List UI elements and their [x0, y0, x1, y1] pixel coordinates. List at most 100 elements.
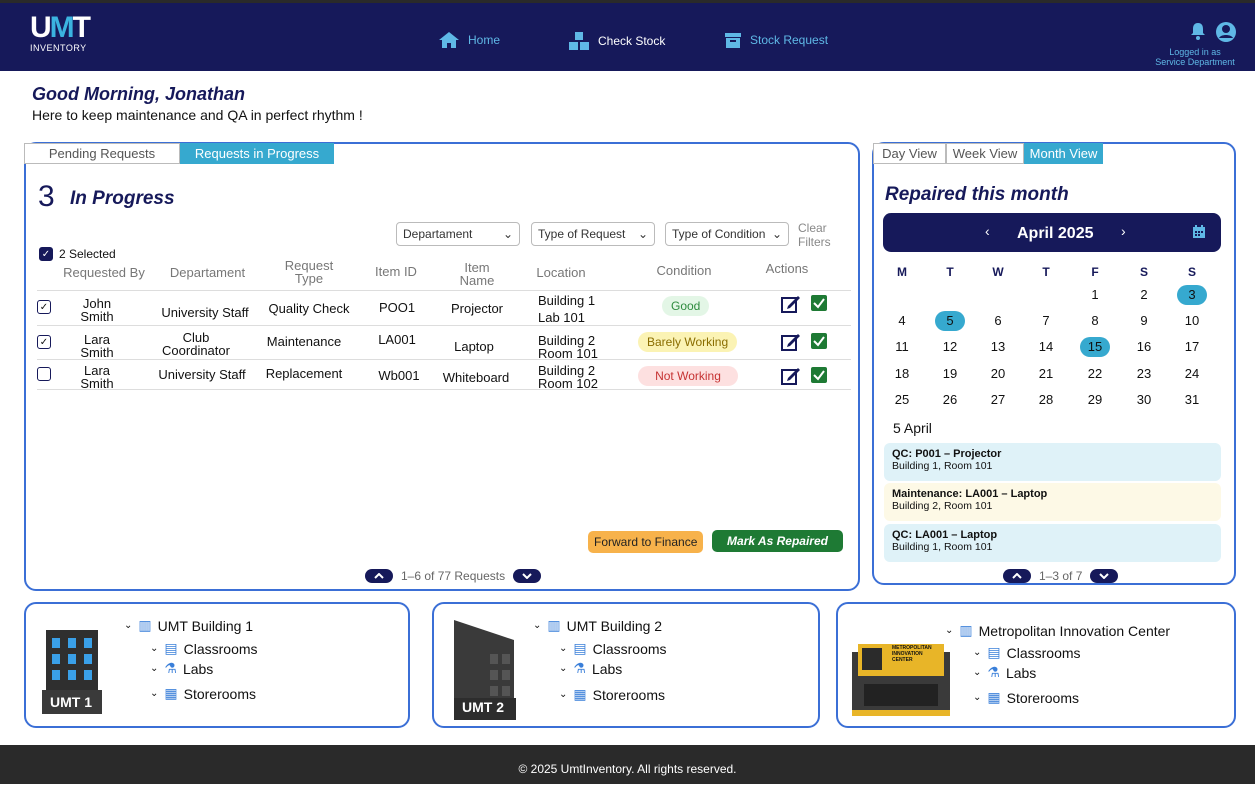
select-all[interactable]: ✓ 2 Selected: [39, 247, 116, 261]
calendar-day[interactable]: 6: [983, 311, 1013, 331]
calendar-header: ‹ April 2025 ›: [883, 213, 1221, 252]
tree-building-1[interactable]: ⌄ ▥ UMT Building 1: [124, 617, 253, 634]
clear-filters-line1: Clear: [798, 221, 827, 235]
building-1-image-label: UMT 1: [50, 694, 92, 710]
filter-condition[interactable]: Type of Condition ⌄: [665, 222, 789, 246]
select-all-checkbox[interactable]: ✓: [39, 247, 53, 261]
calendar-day[interactable]: 30: [1129, 390, 1159, 410]
tab-month-view[interactable]: Month View: [1024, 143, 1103, 164]
nav-check-stock[interactable]: Check Stock: [568, 31, 665, 51]
tree-classrooms[interactable]: ⌄ ▤ Classrooms: [973, 644, 1081, 661]
row-checkbox[interactable]: ✓: [37, 335, 51, 349]
building-icon: ▥: [547, 617, 561, 633]
app-logo[interactable]: UMT INVENTORY: [30, 11, 91, 61]
row-checkbox[interactable]: [37, 367, 51, 381]
calendar-event[interactable]: QC: P001 – Projector Building 1, Room 101: [884, 443, 1221, 481]
filter-condition-label: Type of Condition: [672, 227, 766, 241]
calendar-day[interactable]: 22: [1080, 364, 1110, 384]
calendar-day[interactable]: 10: [1177, 311, 1207, 331]
bell-icon[interactable]: [1189, 21, 1207, 41]
tree-storerooms[interactable]: ⌄ ▦ Storerooms: [559, 686, 665, 703]
tab-week-view[interactable]: Week View: [946, 143, 1024, 164]
calendar-day[interactable]: 17: [1177, 337, 1207, 357]
tree-building-2[interactable]: ⌄ ▥ UMT Building 2: [533, 617, 662, 634]
calendar-day[interactable]: 12: [935, 337, 965, 357]
check-square-icon[interactable]: [811, 367, 827, 383]
cell-department: Club Coordinator: [162, 330, 230, 358]
calendar-icon[interactable]: [1193, 225, 1205, 238]
clear-filters-button[interactable]: Clear Filters: [798, 221, 831, 249]
clear-filters-line2: Filters: [798, 235, 831, 249]
calendar-day[interactable]: 23: [1129, 364, 1159, 384]
tab-requests-in-progress[interactable]: Requests in Progress: [180, 143, 334, 164]
row-checkbox[interactable]: ✓: [37, 300, 51, 314]
calendar-day[interactable]: 26: [935, 390, 965, 410]
page-up-button[interactable]: [365, 569, 393, 583]
edit-icon[interactable]: [781, 333, 801, 351]
calendar-day[interactable]: 29: [1080, 390, 1110, 410]
calendar-event[interactable]: QC: LA001 – Laptop Building 1, Room 101: [884, 524, 1221, 562]
calendar-day[interactable]: 19: [935, 364, 965, 384]
edit-icon[interactable]: [781, 295, 801, 313]
flask-icon: ⚗: [573, 660, 586, 676]
edit-icon[interactable]: [781, 367, 801, 385]
top-bar: UMT INVENTORY Home Check Stock Stock Req…: [0, 0, 1255, 71]
tree-storerooms[interactable]: ⌄ ▦ Storerooms: [973, 689, 1079, 706]
calendar-month: April 2025: [1017, 225, 1094, 242]
weekday-label: T: [946, 265, 954, 279]
calendar-day[interactable]: 11: [887, 337, 917, 357]
weekday-label: F: [1091, 265, 1099, 279]
tree-classrooms[interactable]: ⌄ ▤ Classrooms: [559, 640, 667, 657]
calendar-day[interactable]: 25: [887, 390, 917, 410]
tree-labs[interactable]: ⌄ ⚗ Labs: [150, 660, 213, 677]
cell-location: Building 2 Room 102: [538, 363, 598, 391]
mark-as-repaired-button[interactable]: Mark As Repaired: [712, 530, 843, 552]
page-up-button[interactable]: [1003, 569, 1031, 583]
calendar-day[interactable]: 15: [1080, 337, 1110, 357]
calendar-day[interactable]: 14: [1031, 337, 1061, 357]
calendar-day[interactable]: 31: [1177, 390, 1207, 410]
check-square-icon[interactable]: [811, 295, 827, 311]
filter-department[interactable]: Departament ⌄: [396, 222, 520, 246]
calendar-day[interactable]: 16: [1129, 337, 1159, 357]
tab-day-view[interactable]: Day View: [873, 143, 946, 164]
calendar-event[interactable]: Maintenance: LA001 – Laptop Building 2, R…: [884, 483, 1221, 521]
user-avatar-icon[interactable]: [1215, 21, 1237, 43]
tree-building-3[interactable]: ⌄ ▥ Metropolitan Innovation Center: [945, 622, 1170, 639]
tree-classrooms[interactable]: ⌄ ▤ Classrooms: [150, 640, 258, 657]
calendar-day[interactable]: 20: [983, 364, 1013, 384]
tree-labs[interactable]: ⌄ ⚗ Labs: [973, 664, 1036, 681]
calendar-day[interactable]: 4: [887, 311, 917, 331]
tab-pending-requests[interactable]: Pending Requests: [24, 143, 180, 164]
weekday-label: M: [897, 265, 907, 279]
calendar-day[interactable]: 18: [887, 364, 917, 384]
boxes-icon: ▦: [164, 685, 178, 701]
nav-stock-request[interactable]: Stock Request: [724, 31, 828, 49]
calendar-day[interactable]: 3: [1177, 285, 1207, 305]
flask-icon: ⚗: [164, 660, 177, 676]
calendar-day[interactable]: 21: [1031, 364, 1061, 384]
check-square-icon[interactable]: [811, 333, 827, 349]
tree-storerooms[interactable]: ⌄ ▦ Storerooms: [150, 685, 256, 702]
calendar-day[interactable]: 2: [1129, 285, 1159, 305]
page-down-button[interactable]: [513, 569, 542, 583]
nav-home[interactable]: Home: [438, 31, 500, 49]
tree-labs[interactable]: ⌄ ⚗ Labs: [559, 660, 622, 677]
filter-request-type[interactable]: Type of Request ⌄: [531, 222, 655, 246]
calendar-day[interactable]: 9: [1129, 311, 1159, 331]
calendar-day[interactable]: 8: [1080, 311, 1110, 331]
header-item-id: Item ID: [375, 264, 417, 279]
page-down-button[interactable]: [1090, 569, 1119, 583]
calendar-day[interactable]: 7: [1031, 311, 1061, 331]
prev-month-icon[interactable]: ‹: [985, 223, 990, 239]
calendar-day[interactable]: 28: [1031, 390, 1061, 410]
calendar-day[interactable]: 13: [983, 337, 1013, 357]
next-month-icon[interactable]: ›: [1121, 223, 1126, 239]
calendar-day[interactable]: 5: [935, 311, 965, 331]
calendar-day[interactable]: 27: [983, 390, 1013, 410]
calendar-day[interactable]: 24: [1177, 364, 1207, 384]
header-request-type: Request Type: [284, 258, 334, 286]
chevron-up-icon: [1012, 573, 1022, 579]
calendar-day[interactable]: 1: [1080, 285, 1110, 305]
forward-to-finance-button[interactable]: Forward to Finance: [588, 531, 704, 553]
